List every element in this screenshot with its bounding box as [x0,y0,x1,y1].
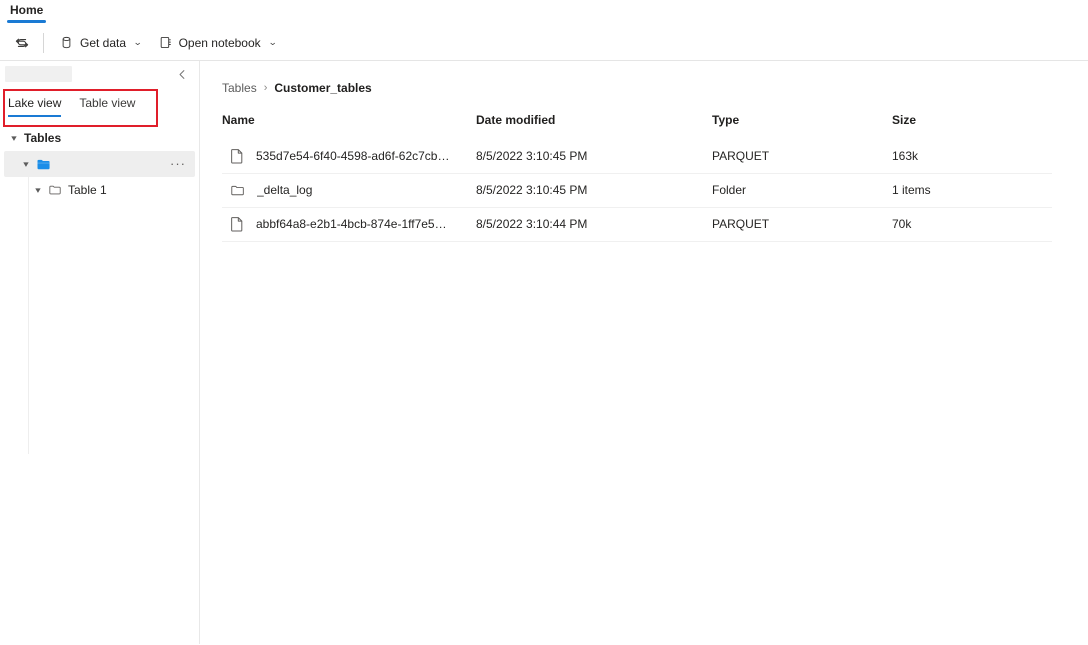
ribbon-tab-strip: Home [0,0,1088,25]
file-icon [230,148,244,164]
sidebar-header [0,61,199,87]
open-notebook-label: Open notebook [179,36,261,50]
refresh-icon [14,35,30,51]
tree-indent-guide [28,173,29,454]
file-date-cell: 8/5/2022 3:10:44 PM [476,207,712,241]
workspace-body: Lake view Table view ▾ Tables ▾ [0,61,1088,644]
file-date-cell: 8/5/2022 3:10:45 PM [476,139,712,173]
file-list-table: Name Date modified Type Size [222,113,1052,242]
tree-node-table-1-label: Table 1 [68,183,107,197]
tab-lake-view-label: Lake view [8,96,61,110]
tree-node-selected-folder[interactable]: ▾ ··· [4,151,195,177]
get-data-label: Get data [80,36,126,50]
file-name-cell: _delta_log [222,173,476,207]
breadcrumb-item-tables[interactable]: Tables [222,81,257,95]
breadcrumb: Tables › Customer_tables [222,79,1088,97]
chevron-down-icon[interactable]: ▾ [26,185,50,196]
file-type-cell: Folder [712,173,892,207]
notebook-icon [158,35,173,50]
tree-node-tables[interactable]: ▾ Tables [4,125,195,151]
toolbar-separator [43,33,44,53]
chevron-down-icon: ⌄ [133,37,142,48]
refresh-button[interactable] [8,29,36,57]
file-name-cell: abbf64a8-e2b1-4bcb-874e-1ff7e524... [222,207,476,241]
view-tab-group: Lake view Table view [0,87,199,117]
tab-home[interactable]: Home [6,0,47,18]
command-toolbar: Get data ⌄ Open notebook ⌄ [0,25,1088,61]
file-icon [230,216,244,232]
column-header-size[interactable]: Size [892,113,1052,139]
column-header-type[interactable]: Type [712,113,892,139]
column-header-name[interactable]: Name [222,113,476,139]
tab-lake-view[interactable]: Lake view [8,96,61,117]
file-name-label: _delta_log [257,183,312,197]
tree-node-tables-label: Tables [24,131,61,145]
collapse-panel-button[interactable] [173,65,191,83]
file-browser-pane: Tables › Customer_tables Name Date modif… [200,61,1088,644]
sidebar-top-section: Lake view Table view [0,61,199,117]
file-type-cell: PARQUET [712,207,892,241]
chevron-down-icon[interactable]: ▾ [2,133,26,144]
file-name-cell: 535d7e54-6f40-4598-ad6f-62c7cbf1... [222,139,476,173]
folder-outline-icon [48,183,62,197]
table-row[interactable]: 535d7e54-6f40-4598-ad6f-62c7cbf1... 8/5/… [222,139,1052,173]
object-explorer-tree: ▾ Tables ▾ ··· ▾ [0,117,199,203]
table-row[interactable]: _delta_log 8/5/2022 3:10:45 PM Folder 1 … [222,173,1052,207]
table-row[interactable]: abbf64a8-e2b1-4bcb-874e-1ff7e524... 8/5/… [222,207,1052,241]
breadcrumb-separator-icon: › [264,82,268,94]
tab-table-view[interactable]: Table view [79,96,135,117]
file-date-cell: 8/5/2022 3:10:45 PM [476,173,712,207]
more-options-icon[interactable]: ··· [167,159,189,169]
chevron-left-icon [177,69,188,80]
tab-home-active-underline [7,20,46,23]
breadcrumb-item-current: Customer_tables [274,81,371,95]
file-type-cell: PARQUET [712,139,892,173]
file-size-cell: 70k [892,207,1052,241]
tab-table-view-label: Table view [79,96,135,110]
chevron-down-icon[interactable]: ▾ [14,159,38,170]
file-name-label: 535d7e54-6f40-4598-ad6f-62c7cbf1... [256,149,452,163]
tree-node-table-1[interactable]: ▾ Table 1 [4,177,195,203]
file-size-cell: 1 items [892,173,1052,207]
folder-filled-icon [36,157,51,172]
column-header-date-modified[interactable]: Date modified [476,113,712,139]
file-list-header-row: Name Date modified Type Size [222,113,1052,139]
file-size-cell: 163k [892,139,1052,173]
open-notebook-button[interactable]: Open notebook ⌄ [150,29,285,57]
tab-home-label: Home [10,3,43,17]
database-icon [59,35,74,50]
file-name-label: abbf64a8-e2b1-4bcb-874e-1ff7e524... [256,217,452,231]
lakehouse-name-redacted [5,66,72,82]
folder-outline-icon [230,183,245,198]
lakehouse-explorer-sidebar: Lake view Table view ▾ Tables ▾ [0,61,200,644]
get-data-button[interactable]: Get data ⌄ [51,29,150,57]
chevron-down-icon: ⌄ [268,37,277,48]
